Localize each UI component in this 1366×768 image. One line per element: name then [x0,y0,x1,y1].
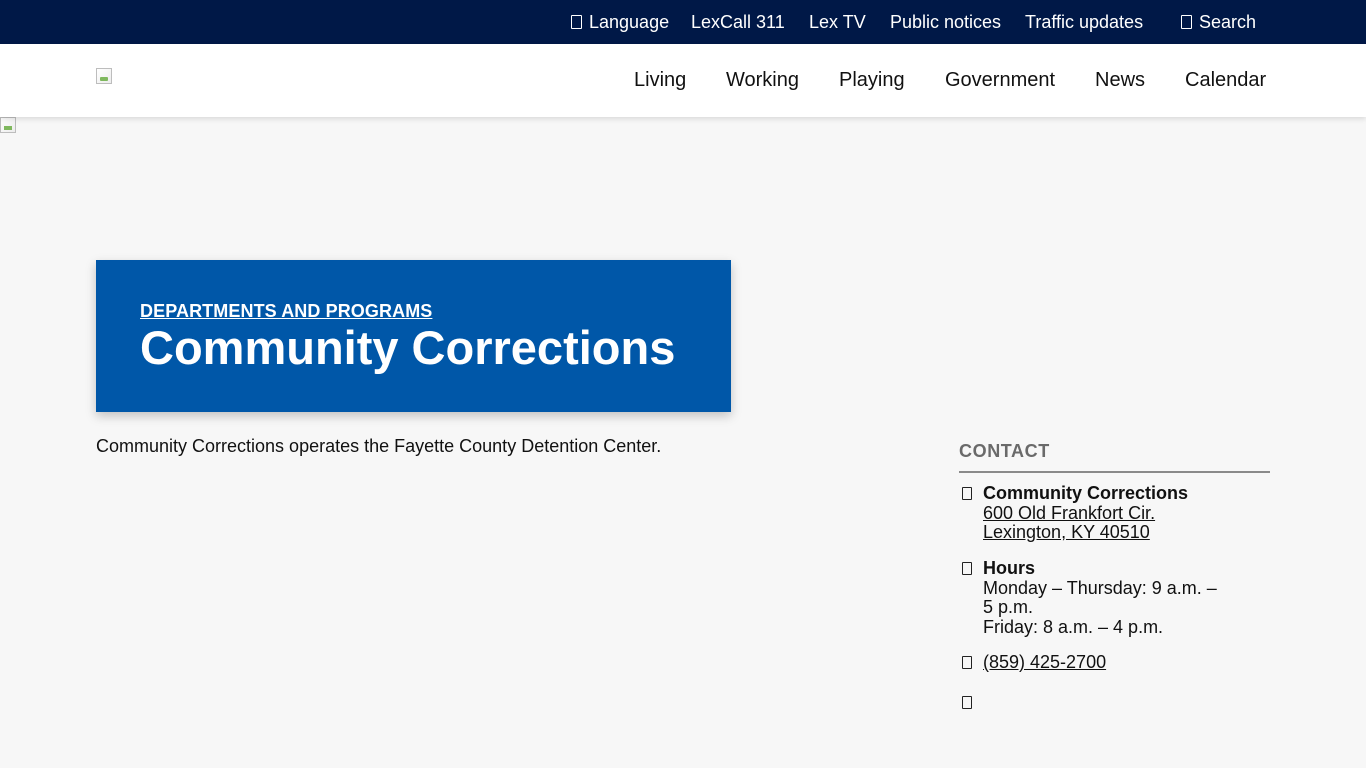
contact-heading: CONTACT [959,441,1270,473]
address-line2-link[interactable]: Lexington, KY 40510 [983,522,1223,543]
hours-label: Hours [983,558,1036,578]
hours-line: Monday – Thursday: 9 a.m. – [983,577,1217,598]
email-icon[interactable] [962,696,972,709]
main-header: Living Working Playing Government News C… [0,44,1366,117]
contact-phone: (859) 425-2700 [959,652,1270,675]
nav-item-news[interactable]: News [1095,44,1145,117]
intro-text: Community Corrections operates the Fayet… [96,436,662,456]
clock-icon [962,562,972,575]
title-banner: DEPARTMENTS AND PROGRAMS Community Corre… [96,260,731,412]
contact-address: Community Corrections 600 Old Frankfort … [959,483,1270,544]
site-logo[interactable] [96,68,112,84]
nav-item-government[interactable]: Government [945,44,1055,117]
search-button[interactable]: Search [1181,0,1256,44]
utility-bar: Language LexCall 311 Lex TV Public notic… [0,0,1366,44]
search-icon [1181,15,1192,29]
hours-line: Friday: 8 a.m. – 4 p.m. [983,616,1164,637]
phone-body: (859) 425-2700 [983,652,1223,673]
page-title: Community Corrections [140,321,676,374]
lex-tv-link[interactable]: Lex TV [809,0,866,44]
contact-name: Community Corrections [983,483,1189,503]
map-marker-icon [962,487,972,500]
hours-body: Hours Monday – Thursday: 9 a.m. – 5 p.m.… [983,558,1223,637]
public-notices-link[interactable]: Public notices [890,0,1001,44]
search-label: Search [1199,11,1257,32]
nav-item-playing[interactable]: Playing [839,44,905,117]
contact-extra [959,693,1270,713]
language-label: Language [589,11,670,32]
address-line1-link[interactable]: 600 Old Frankfort Cir. [983,503,1223,524]
globe-icon [571,15,582,29]
breadcrumb-departments-link[interactable]: DEPARTMENTS AND PROGRAMS [140,301,432,322]
traffic-updates-link[interactable]: Traffic updates [1025,0,1143,44]
hours-line: 5 p.m. [983,597,1034,617]
nav-item-working[interactable]: Working [726,44,799,117]
phone-icon [962,656,972,669]
address-body: Community Corrections 600 Old Frankfort … [983,483,1223,543]
nav-item-calendar[interactable]: Calendar [1185,44,1266,117]
lexcall-311-link[interactable]: LexCall 311 [691,0,785,44]
contact-hours: Hours Monday – Thursday: 9 a.m. – 5 p.m.… [959,558,1270,639]
phone-link[interactable]: (859) 425-2700 [983,652,1223,673]
nav-item-living[interactable]: Living [634,44,686,117]
hero-image [0,117,16,133]
language-button[interactable]: Language [571,0,669,44]
